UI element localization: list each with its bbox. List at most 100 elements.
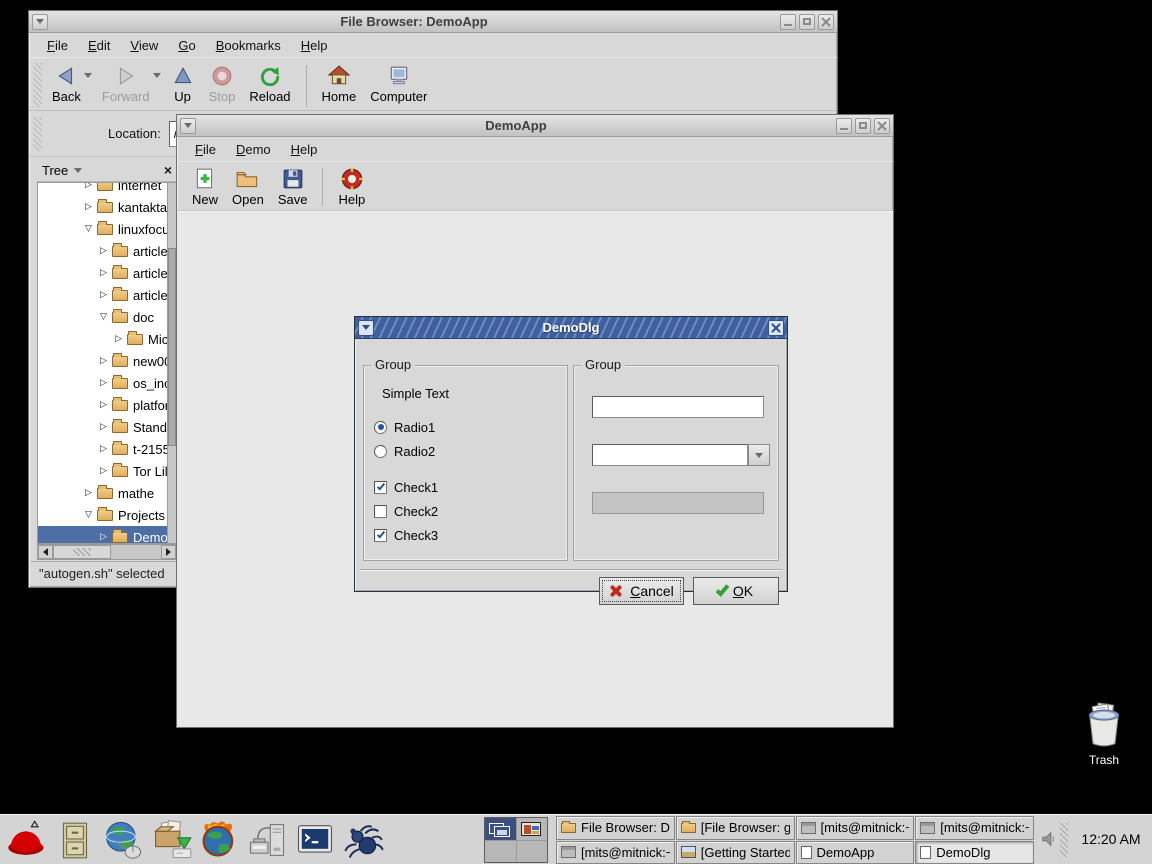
minimize-button[interactable] [780, 14, 796, 30]
tree-item[interactable]: ▷article [38, 262, 167, 284]
location-drag-handle[interactable] [33, 117, 42, 151]
menu-bookmarks[interactable]: Bookmarks [206, 35, 291, 56]
taskbar-window-button[interactable]: [mits@mitnick:~ [796, 816, 915, 840]
combo-entry[interactable] [592, 444, 748, 466]
minimize-button[interactable] [836, 118, 852, 134]
scrollbar-thumb[interactable] [168, 248, 176, 446]
tree-item[interactable]: ▷Standa [38, 416, 167, 438]
new-button[interactable]: New [185, 164, 225, 208]
checkbox-check3[interactable]: Check3 [374, 526, 438, 544]
open-button[interactable]: Open [225, 164, 271, 208]
close-button[interactable] [818, 14, 834, 30]
taskbar-window-button[interactable]: [File Browser: gt [676, 816, 795, 840]
back-button[interactable]: Back [45, 61, 88, 105]
close-button[interactable] [768, 320, 784, 336]
tree-item[interactable]: ▷Tor Lil [38, 460, 167, 482]
mozilla-browser-button[interactable] [196, 817, 242, 863]
tree-item[interactable]: ▷platfor [38, 394, 167, 416]
workspace-1-active[interactable] [485, 818, 516, 840]
menu-help[interactable]: Help [281, 139, 328, 160]
menu-file[interactable]: File [37, 35, 78, 56]
demodlg-titlebar[interactable]: DemoDlg [355, 317, 787, 339]
home-button[interactable]: Home [315, 61, 364, 105]
taskbar-window-button[interactable]: File Browser: De [556, 816, 675, 840]
radio-radio2[interactable]: Radio2 [374, 442, 435, 460]
tree-item[interactable]: ▷kantakta [38, 196, 167, 218]
hardware-config-button[interactable] [244, 817, 290, 863]
expander-collapsed-icon[interactable]: ▷ [82, 182, 95, 190]
package-installer-button[interactable] [148, 817, 194, 863]
menu-go[interactable]: Go [168, 35, 205, 56]
taskbar-window-button[interactable]: [mits@mitnick:~ [556, 841, 675, 864]
expander-collapsed-icon[interactable]: ▷ [97, 532, 110, 542]
back-dropdown-button[interactable] [84, 73, 92, 78]
tree-item[interactable]: ▷new00 [38, 350, 167, 372]
menu-edit[interactable]: Edit [78, 35, 120, 56]
combo-box[interactable] [592, 444, 770, 466]
ok-button[interactable]: OK [693, 577, 779, 605]
checkbox-check2[interactable]: Check2 [374, 502, 438, 520]
combo-dropdown-button[interactable] [748, 444, 770, 466]
maximize-button[interactable] [799, 14, 815, 30]
tree-item[interactable]: ▷article [38, 240, 167, 262]
volume-applet[interactable] [1040, 830, 1058, 853]
window-menu-button[interactable] [180, 118, 196, 134]
expander-collapsed-icon[interactable]: ▷ [97, 246, 110, 256]
side-pane-close-button[interactable]: × [164, 164, 172, 176]
expander-collapsed-icon[interactable]: ▷ [97, 400, 110, 410]
tree-item[interactable]: ▷os_inc [38, 372, 167, 394]
window-menu-button[interactable] [32, 14, 48, 30]
checkbox-check1[interactable]: Check1 [374, 478, 438, 496]
side-pane-selector-icon[interactable] [74, 168, 82, 173]
forward-button[interactable]: Forward [95, 61, 157, 105]
bug-tool-button[interactable] [340, 817, 386, 863]
tree-item[interactable]: ▷t-2155 [38, 438, 167, 460]
computer-button[interactable]: Computer [363, 61, 434, 105]
tree-item[interactable]: ▷mathe [38, 482, 167, 504]
tree-item[interactable]: ▷internet [38, 182, 167, 196]
expander-collapsed-icon[interactable]: ▷ [97, 356, 110, 366]
stop-button[interactable]: Stop [202, 61, 243, 105]
scrollbar-track[interactable] [111, 545, 161, 559]
trash-desktop-icon[interactable]: Trash [1072, 702, 1136, 767]
radio-radio1[interactable]: Radio1 [374, 418, 435, 436]
side-pane-title[interactable]: Tree [42, 163, 68, 178]
cancel-button[interactable]: Cancel [599, 577, 684, 605]
menu-help[interactable]: Help [291, 35, 338, 56]
taskbar-window-button[interactable]: DemoApp [796, 841, 915, 864]
expander-collapsed-icon[interactable]: ▷ [112, 334, 125, 344]
tree-item[interactable]: ▽Projects [38, 504, 167, 526]
tree-horizontal-scrollbar[interactable] [37, 544, 177, 560]
expander-collapsed-icon[interactable]: ▷ [97, 444, 110, 454]
workspace-2[interactable] [517, 818, 548, 840]
maximize-button[interactable] [855, 118, 871, 134]
close-button[interactable] [874, 118, 890, 134]
expander-collapsed-icon[interactable]: ▷ [82, 202, 95, 212]
expander-collapsed-icon[interactable]: ▷ [82, 488, 95, 498]
expander-collapsed-icon[interactable]: ▷ [97, 268, 110, 278]
file-browser-titlebar[interactable]: File Browser: DemoApp [29, 11, 837, 33]
tree-item[interactable]: ▽linuxfocu [38, 218, 167, 240]
scroll-right-button[interactable] [161, 545, 176, 559]
reload-button[interactable]: Reload [242, 61, 297, 105]
expander-collapsed-icon[interactable]: ▷ [97, 422, 110, 432]
scrollbar-thumb[interactable] [53, 545, 111, 559]
menu-view[interactable]: View [120, 35, 168, 56]
window-menu-button[interactable] [358, 320, 374, 336]
file-cabinet-button[interactable] [52, 817, 98, 863]
expander-collapsed-icon[interactable]: ▷ [97, 378, 110, 388]
demoapp-titlebar[interactable]: DemoApp [177, 115, 893, 137]
expander-expanded-icon[interactable]: ▽ [82, 510, 95, 520]
save-button[interactable]: Save [271, 164, 315, 208]
text-entry[interactable] [592, 396, 764, 418]
scroll-left-button[interactable] [38, 545, 53, 559]
terminal-button[interactable] [292, 817, 338, 863]
taskbar-window-button[interactable]: [mits@mitnick:~ [915, 816, 1034, 840]
forward-dropdown-button[interactable] [153, 73, 161, 78]
tree-item[interactable]: ▷article [38, 284, 167, 306]
expander-collapsed-icon[interactable]: ▷ [97, 466, 110, 476]
taskbar-window-button[interactable]: [Getting Started [676, 841, 795, 864]
clock-applet[interactable]: 12:20 AM [1072, 815, 1150, 863]
tree-item[interactable]: ▽doc [38, 306, 167, 328]
expander-collapsed-icon[interactable]: ▷ [97, 290, 110, 300]
